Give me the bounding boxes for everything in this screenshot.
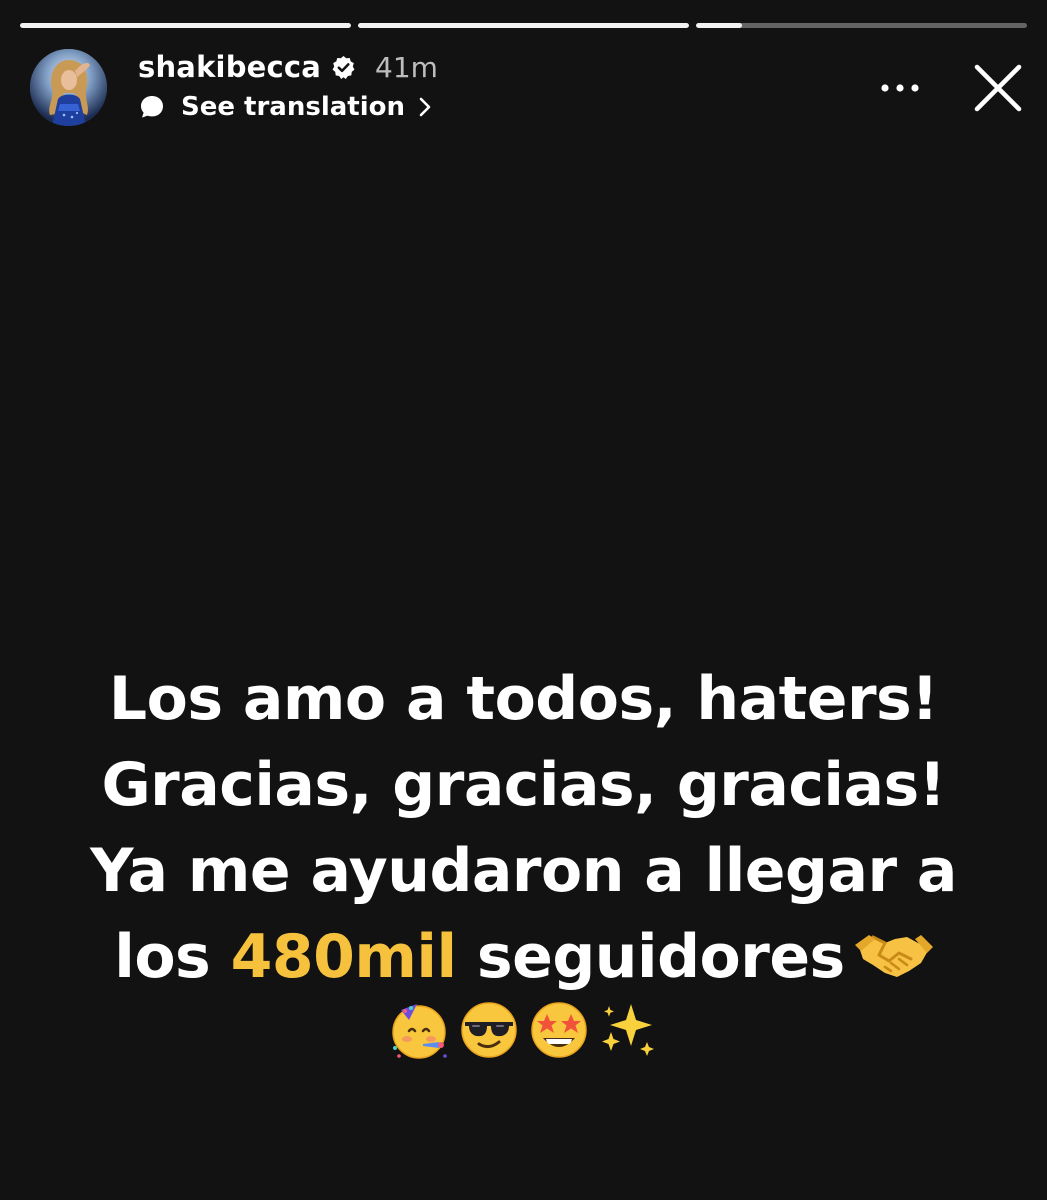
progress-fill xyxy=(20,23,351,28)
follower-count-highlight: 480mil xyxy=(230,922,457,992)
caption-line-3: Ya me ayudaron a llegar a xyxy=(90,836,957,906)
verified-badge-icon xyxy=(332,56,355,79)
caption-line-1: Los amo a todos, haters! xyxy=(108,664,939,734)
sunglasses-face-emoji xyxy=(460,1002,517,1058)
story-viewer[interactable]: shakibecca 41m See translation Los amo a… xyxy=(0,0,1047,1200)
progress-segment xyxy=(696,23,1027,28)
star-struck-emoji xyxy=(530,1002,587,1058)
story-caption: Los amo a todos, haters! Gracias, gracia… xyxy=(0,656,1047,1000)
post-timestamp: 41m xyxy=(375,51,438,84)
progress-segment xyxy=(358,23,689,28)
handshake-emoji xyxy=(854,935,933,977)
sparkles-emoji xyxy=(601,1004,654,1056)
partying-face-emoji xyxy=(391,1004,447,1059)
caption-line-4-prefix: los xyxy=(114,922,231,992)
caption-line-4: los 480mil seguidores xyxy=(0,914,1047,1000)
close-icon[interactable] xyxy=(972,62,1024,114)
avatar-image xyxy=(30,49,107,126)
story-progress-bar xyxy=(20,23,1027,28)
caption-line-2: Gracias, gracias, gracias! xyxy=(101,750,946,820)
progress-segment xyxy=(20,23,351,28)
see-translation-button[interactable]: See translation xyxy=(138,91,433,123)
caption-line-4-suffix: seguidores xyxy=(456,922,845,992)
progress-fill xyxy=(358,23,689,28)
speech-bubble-icon xyxy=(141,96,163,118)
see-translation-label: See translation xyxy=(181,92,405,122)
profile-avatar[interactable] xyxy=(30,49,107,126)
username[interactable]: shakibecca xyxy=(138,50,321,84)
more-options-icon[interactable] xyxy=(878,80,922,96)
progress-fill xyxy=(696,23,743,28)
emoji-row xyxy=(0,998,1047,1062)
chevron-right-icon xyxy=(419,97,431,117)
